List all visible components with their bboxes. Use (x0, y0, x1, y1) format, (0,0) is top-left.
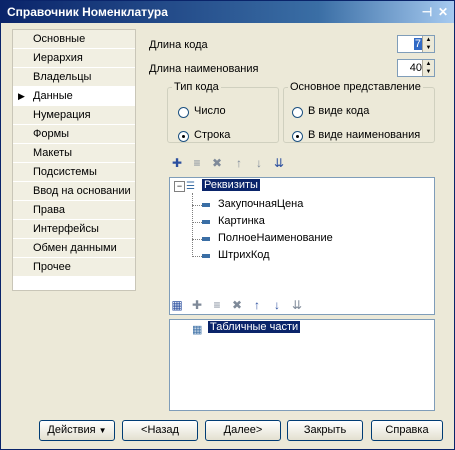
add-field-icon[interactable]: ✚ (189, 297, 205, 313)
table-icon: ▦ (192, 324, 203, 336)
tree-node-tabular[interactable]: Табличные части (208, 321, 301, 333)
sidebar-item-prava[interactable]: Права (13, 201, 135, 220)
radio-by-name[interactable] (292, 131, 303, 142)
tree-line (192, 222, 202, 223)
radio-by-name-label[interactable]: В виде наименования (308, 129, 420, 141)
window-title: Справочник Номенклатура (7, 5, 168, 19)
name-length-spinner[interactable]: 40 ▲ ▼ (397, 59, 435, 77)
code-type-group: Тип кода Число Строка (167, 81, 279, 143)
sidebar-item-makety[interactable]: Макеты (13, 144, 135, 163)
close-button[interactable]: Закрыть (287, 420, 363, 441)
spinner-arrows-icon[interactable]: ▲ ▼ (422, 60, 434, 76)
tree-line (192, 205, 202, 206)
sidebar-item-formy[interactable]: Формы (13, 125, 135, 144)
edit-icon[interactable]: ≡ (189, 155, 205, 171)
radio-number[interactable] (178, 107, 189, 118)
pin-icon[interactable]: ⊣ (419, 4, 435, 20)
tree-line (192, 193, 193, 257)
tree-node-child[interactable]: ШтрихКод (218, 249, 270, 261)
name-length-value[interactable]: 40 (410, 62, 422, 74)
tree-node-child[interactable]: ЗакупочнаяЦена (218, 198, 303, 210)
help-button[interactable]: Справка (371, 420, 443, 441)
sidebar-item-dannye[interactable]: ▶ Данные (13, 87, 135, 106)
tree-line (192, 256, 202, 257)
sidebar-item-osnovnye[interactable]: Основные (13, 30, 135, 49)
code-type-legend: Тип кода (174, 81, 219, 93)
next-button[interactable]: Далее> (205, 420, 281, 441)
current-arrow-icon: ▶ (18, 91, 25, 101)
sort-icon[interactable]: ⇊ (271, 155, 287, 171)
tree-line (192, 239, 202, 240)
add-icon[interactable]: ✚ (169, 155, 185, 171)
attribute-icon (202, 254, 210, 258)
delete-icon[interactable]: ✖ (209, 155, 225, 171)
attributes-tree: − ☰ Реквизиты ЗакупочнаяЦена Картинка По… (169, 177, 435, 315)
data-panel: Длина кода 7 ▲ ▼ Длина наименования 40 ▲ ▼… (137, 29, 443, 411)
radio-by-code[interactable] (292, 107, 303, 118)
main-repr-legend: Основное представление (290, 81, 421, 93)
radio-number-label[interactable]: Число (194, 105, 226, 117)
actions-button[interactable]: Действия ▼ (39, 420, 115, 441)
move-down-icon[interactable]: ↓ (269, 297, 285, 313)
dropdown-arrow-icon: ▼ (98, 426, 107, 435)
sidebar-item-podsistemy[interactable]: Подсистемы (13, 163, 135, 182)
add-table-icon[interactable]: ▦ (169, 297, 185, 313)
sidebar-item-obmen-dannymi[interactable]: Обмен данными (13, 239, 135, 258)
attribute-icon (202, 203, 210, 207)
spinner-arrows-icon[interactable]: ▲ ▼ (422, 36, 434, 52)
attribute-icon (202, 237, 210, 241)
attributes-toolbar: ✚ ≡ ✖ ↑ ↓ ⇊ (169, 155, 309, 173)
code-length-spinner[interactable]: 7 ▲ ▼ (397, 35, 435, 53)
sidebar-item-numeratsiya[interactable]: Нумерация (13, 106, 135, 125)
attributes-root-icon: ☰ (186, 181, 195, 192)
titlebar: Справочник Номенклатура ⊣ ✕ (1, 1, 454, 23)
tree-node-attributes[interactable]: Реквизиты (202, 179, 260, 191)
tree-node-child[interactable]: Картинка (218, 215, 265, 227)
name-length-label: Длина наименования (149, 63, 259, 75)
tabular-tree: ▦ Табличные части (169, 319, 435, 411)
close-icon[interactable]: ✕ (435, 4, 451, 20)
back-button[interactable]: <Назад (122, 420, 198, 441)
radio-by-code-label[interactable]: В виде кода (308, 105, 369, 117)
sidebar-item-interfeysy[interactable]: Интерфейсы (13, 220, 135, 239)
sidebar-item-vladeltsy[interactable]: Владельцы (13, 68, 135, 87)
move-down-icon[interactable]: ↓ (251, 155, 267, 171)
code-length-value[interactable]: 7 (413, 38, 422, 50)
move-up-icon[interactable]: ↑ (249, 297, 265, 313)
radio-string[interactable] (178, 131, 189, 142)
attribute-icon (202, 220, 210, 224)
tabular-toolbar: ▦ ✚ ≡ ✖ ↑ ↓ ⇊ (169, 297, 329, 315)
tree-node-child[interactable]: ПолноеНаименование (218, 232, 333, 244)
sort-icon[interactable]: ⇊ (289, 297, 305, 313)
window: Справочник Номенклатура ⊣ ✕ Основные Иер… (0, 0, 455, 450)
move-up-icon[interactable]: ↑ (231, 155, 247, 171)
radio-string-label[interactable]: Строка (194, 129, 230, 141)
main-repr-group: Основное представление В виде кода В вид… (283, 81, 435, 143)
delete-icon[interactable]: ✖ (229, 297, 245, 313)
code-length-label: Длина кода (149, 39, 208, 51)
sidebar-item-vvod-na-osnovanii[interactable]: Ввод на основании (13, 182, 135, 201)
collapse-icon[interactable]: − (174, 181, 185, 192)
edit-icon[interactable]: ≡ (209, 297, 225, 313)
sidebar: Основные Иерархия Владельцы ▶ Данные Нуме… (12, 29, 136, 291)
sidebar-item-prochee[interactable]: Прочее (13, 258, 135, 277)
sidebar-item-ierarkhiya[interactable]: Иерархия (13, 49, 135, 68)
